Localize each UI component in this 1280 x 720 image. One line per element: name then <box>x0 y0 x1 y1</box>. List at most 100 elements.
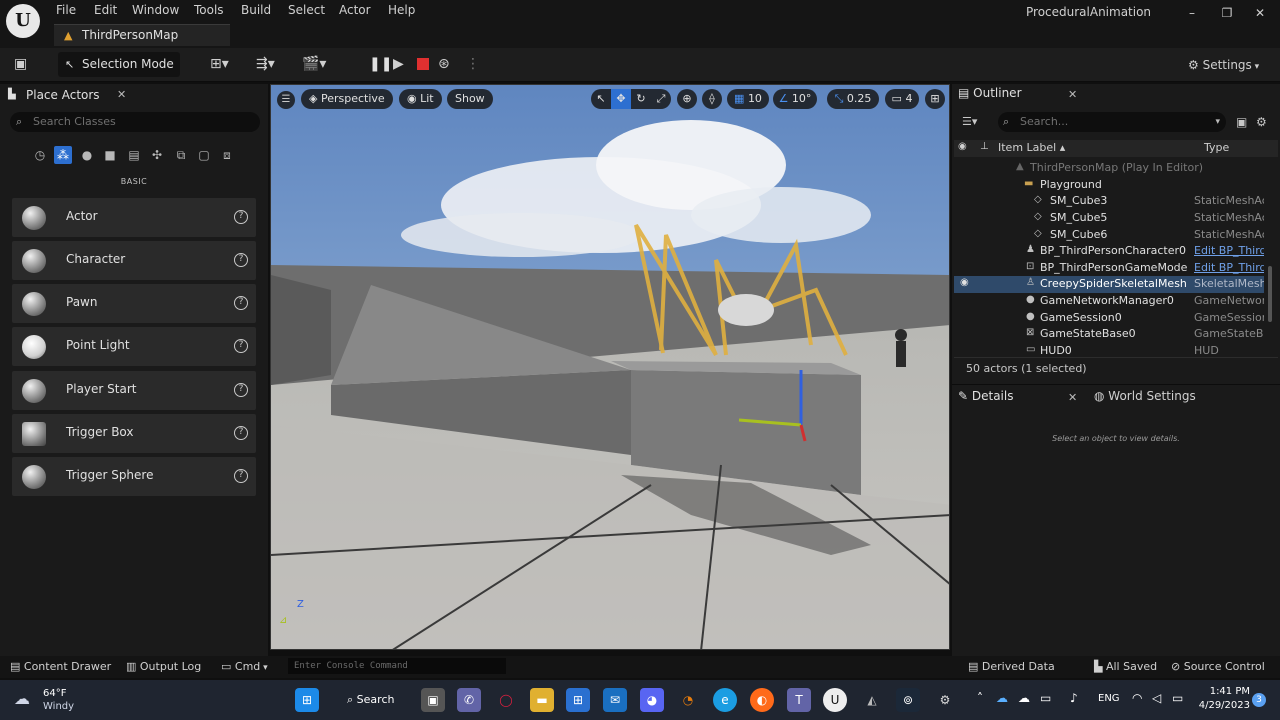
outliner-row[interactable]: ⊠ GameStateBase0 GameStateBase <box>954 326 1264 343</box>
help-icon[interactable]: ? <box>234 210 248 224</box>
clock-time[interactable]: 1:41 PM <box>1200 686 1250 697</box>
opera-icon[interactable]: ◯ <box>494 688 518 712</box>
close-tab-icon[interactable]: ✕ <box>117 88 126 101</box>
tab-world-settings[interactable]: ◍ World Settings <box>1094 389 1196 403</box>
help-icon[interactable]: ? <box>234 339 248 353</box>
cmd-dropdown[interactable]: ▭ Cmd ▾ <box>221 660 268 673</box>
volume-icon[interactable]: ◁ <box>1152 691 1161 705</box>
derived-data-button[interactable]: ▤ Derived Data <box>968 660 1055 673</box>
tab-place-actors[interactable]: ▙ Place Actors <box>0 86 134 106</box>
taskbar-search-button[interactable]: ⌕ Search <box>337 688 399 712</box>
menu-actor[interactable]: Actor <box>339 3 371 17</box>
cloud-icon[interactable]: ☁ <box>1018 691 1030 705</box>
geometry-icon[interactable]: ⧉ <box>172 146 190 164</box>
help-icon[interactable]: ? <box>234 426 248 440</box>
notification-badge[interactable]: 3 <box>1252 693 1266 707</box>
tab-details[interactable]: ✎ Details <box>958 389 1013 403</box>
lights-icon[interactable]: ● <box>78 146 96 164</box>
outliner-row[interactable]: ● GameNetworkManager0 GameNetworkManager <box>954 293 1264 310</box>
volumes-icon[interactable]: ▢ <box>195 146 213 164</box>
stop-icon[interactable] <box>417 58 429 70</box>
tray-chevron-icon[interactable]: ˄ <box>977 691 983 705</box>
microphone-icon[interactable]: ♪ <box>1070 691 1078 705</box>
perspective-button[interactable]: ◈ Perspective <box>301 89 393 109</box>
cinematics-icon[interactable]: 🎬▾ <box>302 56 326 72</box>
gear-icon[interactable]: ⚙ <box>1256 115 1267 129</box>
wifi-icon[interactable]: ◠ <box>1132 691 1142 705</box>
menu-edit[interactable]: Edit <box>94 3 117 17</box>
new-folder-icon[interactable]: ▣ <box>1236 115 1247 129</box>
mail-icon[interactable]: ✉ <box>603 688 627 712</box>
edit-blueprint-link[interactable]: Edit BP_ThirdPersonCharacter <box>1194 244 1264 257</box>
blueprints-icon[interactable]: ⇶▾ <box>256 56 275 72</box>
rotate-tool-icon[interactable]: ↻ <box>631 89 651 109</box>
skip-frame-icon[interactable]: ▶ <box>393 56 404 72</box>
more-options-icon[interactable]: ⋮ <box>466 56 480 72</box>
place-character-item[interactable]: Character? <box>12 241 256 280</box>
rotation-snap-button[interactable]: ∠ 10° <box>773 89 817 109</box>
network-drive-icon[interactable]: ▭ <box>1040 691 1051 705</box>
teams-chat-icon[interactable]: ✆ <box>457 688 481 712</box>
help-icon[interactable]: ? <box>234 469 248 483</box>
world-space-icon[interactable]: ⊕ <box>677 89 697 109</box>
firefox-icon[interactable]: ◐ <box>750 688 774 712</box>
scale-tool-icon[interactable]: ⤢ <box>651 89 671 109</box>
menu-select[interactable]: Select <box>288 3 325 17</box>
steam-icon[interactable]: ⊚ <box>896 688 920 712</box>
discord-icon[interactable]: ◕ <box>640 688 664 712</box>
close-tab-icon[interactable]: ✕ <box>1068 88 1077 101</box>
outliner-row[interactable]: ◇ SM_Cube3 StaticMeshActor <box>954 193 1264 210</box>
place-point-light-item[interactable]: Point Light? <box>12 327 256 366</box>
unreal-engine-icon[interactable]: U <box>823 688 847 712</box>
maximize-button[interactable]: ❐ <box>1217 6 1237 20</box>
tab-map[interactable]: ▲ ThirdPersonMap <box>54 24 230 46</box>
all-classes-icon[interactable]: ⧈ <box>218 146 236 164</box>
menu-window[interactable]: Window <box>132 3 179 17</box>
select-tool-icon[interactable]: ↖ <box>591 89 611 109</box>
outliner-row[interactable]: ⊡ BP_ThirdPersonGameMode0 Edit BP_ThirdPer… <box>954 260 1264 277</box>
show-button[interactable]: Show <box>447 89 493 109</box>
source-control-button[interactable]: ⊘ Source Control <box>1171 660 1265 673</box>
eye-icon[interactable]: ◉ <box>960 277 969 288</box>
language-indicator[interactable]: ENG <box>1098 693 1120 704</box>
cinematic-icon[interactable]: ▤ <box>125 146 143 164</box>
weather-icon[interactable]: ☁ <box>14 689 30 708</box>
console-command-input[interactable]: Enter Console Command <box>288 658 506 674</box>
pin-icon[interactable]: ⊥ <box>980 141 989 152</box>
scale-snap-button[interactable]: ⤡ 0.25 <box>827 89 879 109</box>
recent-icon[interactable]: ◷ <box>31 146 49 164</box>
battery-icon[interactable]: ▭ <box>1172 691 1183 705</box>
outliner-row[interactable]: ● GameSession0 GameSession <box>954 310 1264 327</box>
outliner-scrollbar[interactable] <box>1268 266 1272 322</box>
add-actor-icon[interactable]: ⊞▾ <box>210 56 229 72</box>
visibility-icon[interactable]: ◉ <box>958 141 967 152</box>
game-launcher-icon[interactable]: ◭ <box>860 688 884 712</box>
task-view-icon[interactable]: ▣ <box>421 688 445 712</box>
place-actor-item[interactable]: Actor? <box>12 198 256 237</box>
place-trigger-box-item[interactable]: Trigger Box? <box>12 414 256 453</box>
place-pawn-item[interactable]: Pawn? <box>12 284 256 323</box>
menu-file[interactable]: File <box>56 3 76 17</box>
search-classes-input[interactable]: ⌕ Search Classes <box>10 112 260 132</box>
outliner-row[interactable]: ▲ ThirdPersonMap (Play In Editor) <box>954 160 1264 177</box>
outliner-row-selected[interactable]: ◉ ♙ CreepySpiderSkeletalMesh SkeletalMeshAc… <box>954 276 1264 293</box>
all-saved-button[interactable]: ▙ All Saved <box>1094 660 1157 673</box>
close-tab-icon[interactable]: ✕ <box>1068 391 1077 404</box>
pause-icon[interactable]: ❚❚ <box>369 56 392 72</box>
outliner-row[interactable]: ◇ SM_Cube5 StaticMeshActor <box>954 210 1264 227</box>
clock-date[interactable]: 4/29/2023 <box>1190 700 1250 711</box>
place-player-start-item[interactable]: Player Start? <box>12 371 256 410</box>
outliner-search-input[interactable]: ⌕ Search... ▾ <box>998 112 1226 132</box>
basic-category-icon[interactable]: ⁂ <box>54 146 72 164</box>
content-drawer-button[interactable]: ▤ Content Drawer <box>10 660 111 673</box>
type-column-header[interactable]: Type <box>1204 141 1229 154</box>
outliner-row[interactable]: ◇ SM_Cube6 StaticMeshActor <box>954 227 1264 244</box>
filter-icon[interactable]: ☰▾ <box>962 115 977 128</box>
selection-mode-dropdown[interactable]: ↖ Selection Mode ▾ <box>58 52 180 96</box>
minimize-button[interactable]: – <box>1182 6 1202 20</box>
viewport-menu-icon[interactable]: ☰ <box>277 91 295 109</box>
menu-build[interactable]: Build <box>241 3 271 17</box>
edit-blueprint-link[interactable]: Edit BP_ThirdPersonGameMode <box>1194 261 1264 274</box>
help-icon[interactable]: ? <box>234 253 248 267</box>
level-viewport[interactable]: ☰ ◈ Perspective ◉ Lit Show ↖ ✥ ↻ ⤢ ⊕ ⟠ ▦… <box>270 84 950 650</box>
